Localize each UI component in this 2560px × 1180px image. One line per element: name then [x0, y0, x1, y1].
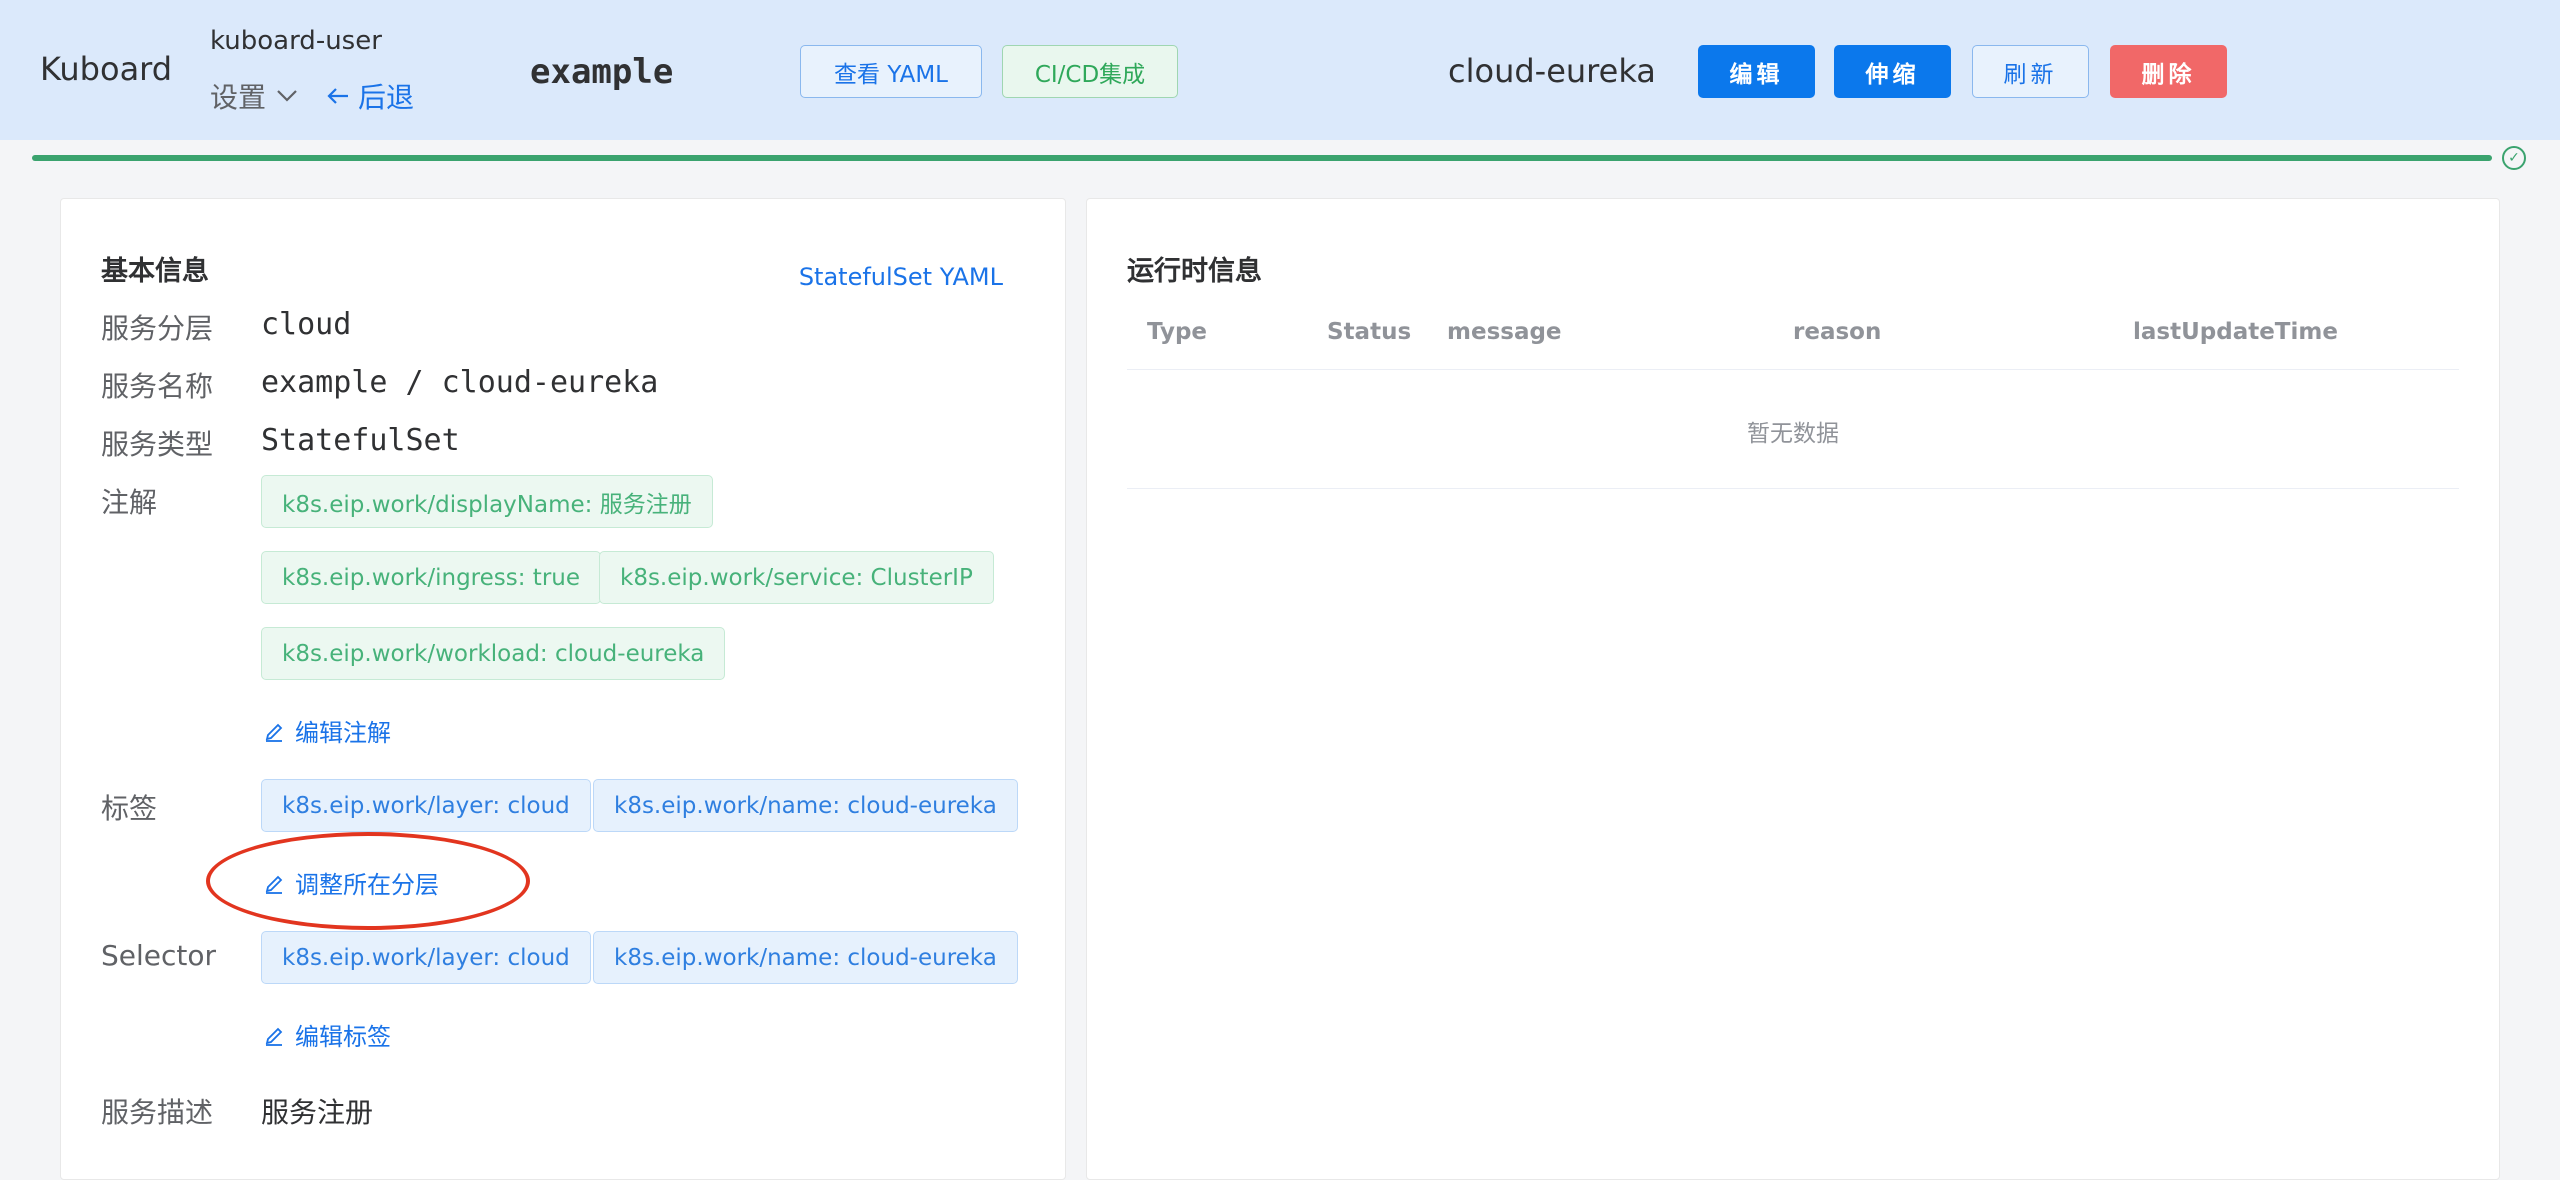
brand-logo[interactable]: Kuboard: [40, 50, 172, 88]
annotation-tag: k8s.eip.work/ingress: true: [261, 551, 602, 604]
back-link[interactable]: 后退: [326, 76, 414, 116]
service-name: cloud-eureka: [1448, 52, 1656, 90]
label-tag: k8s.eip.work/name: cloud-eureka: [593, 779, 1018, 832]
edit-annotations-link[interactable]: 编辑注解: [263, 713, 391, 748]
progress-bar: [32, 155, 2492, 161]
edit-icon: [265, 723, 283, 742]
service-type-label: 服务类型: [101, 428, 214, 461]
column-header: lastUpdateTime: [2133, 319, 2338, 345]
edit-labels-label: 编辑标签: [295, 1023, 391, 1051]
column-header: message: [1447, 319, 1562, 345]
back-label: 后退: [358, 81, 415, 114]
column-header: Status: [1327, 319, 1412, 345]
runtime-info-title: 运行时信息: [1127, 256, 1262, 287]
description-label: 服务描述: [101, 1096, 214, 1129]
annotation-tag: k8s.eip.work/displayName: 服务注册: [261, 475, 713, 528]
service-type-value: StatefulSet: [261, 423, 460, 458]
namespace-name: example: [530, 52, 674, 92]
annotation-tag: k8s.eip.work/workload: cloud-eureka: [261, 627, 726, 680]
column-header: Type: [1147, 319, 1208, 345]
description-value: 服务注册: [261, 1096, 374, 1129]
arrow-left-icon: [327, 88, 348, 104]
progress-fill: [32, 155, 2492, 161]
check-circle-icon: ✓: [2502, 146, 2526, 170]
view-yaml-button[interactable]: 查看 YAML: [800, 45, 982, 98]
edit-icon: [265, 1027, 283, 1046]
service-name-label: 服务名称: [101, 370, 214, 403]
edit-icon: [265, 875, 283, 894]
annotation-tag: k8s.eip.work/service: ClusterIP: [599, 551, 994, 604]
edit-annotations-label: 编辑注解: [295, 719, 391, 747]
runtime-info-card: 运行时信息 Type Status message reason lastUpd…: [1086, 198, 2500, 1180]
cicd-button[interactable]: CI/CD集成: [1002, 45, 1178, 98]
settings-dropdown[interactable]: 设置: [210, 76, 298, 116]
top-header: Kuboard kuboard-user 设置 后退 example 查看 YA…: [0, 0, 2560, 140]
layer-label: 服务分层: [101, 312, 214, 345]
basic-info-title: 基本信息: [101, 256, 209, 287]
column-header: reason: [1793, 319, 1882, 345]
annotations-label: 注解: [101, 486, 158, 519]
labels-label: 标签: [101, 792, 158, 825]
delete-button[interactable]: 删除: [2110, 45, 2227, 98]
refresh-button[interactable]: 刷新: [1972, 45, 2089, 98]
runtime-table-body: 暂无数据: [1127, 370, 2459, 489]
scale-button[interactable]: 伸缩: [1834, 45, 1951, 98]
statefulset-yaml-link[interactable]: StatefulSet YAML: [799, 263, 1003, 291]
adjust-layer-link[interactable]: 调整所在分层: [263, 865, 439, 900]
label-tag: k8s.eip.work/layer: cloud: [261, 779, 591, 832]
selector-tag: k8s.eip.work/layer: cloud: [261, 931, 591, 984]
basic-info-card: 基本信息 StatefulSet YAML 服务分层 cloud 服务名称 ex…: [60, 198, 1066, 1180]
layer-value: cloud: [261, 307, 352, 342]
selector-tag: k8s.eip.work/name: cloud-eureka: [593, 931, 1018, 984]
settings-label: 设置: [210, 81, 267, 114]
adjust-layer-label: 调整所在分层: [295, 871, 439, 899]
selector-label: Selector: [101, 939, 217, 972]
current-user: kuboard-user: [210, 26, 382, 56]
service-name-value: example / cloud-eureka: [261, 365, 659, 400]
empty-state-text: 暂无数据: [1747, 421, 1839, 447]
runtime-table-header: Type Status message reason lastUpdateTim…: [1127, 299, 2459, 370]
chevron-down-icon: [277, 90, 297, 102]
edit-button[interactable]: 编辑: [1698, 45, 1815, 98]
edit-labels-link[interactable]: 编辑标签: [263, 1017, 391, 1052]
